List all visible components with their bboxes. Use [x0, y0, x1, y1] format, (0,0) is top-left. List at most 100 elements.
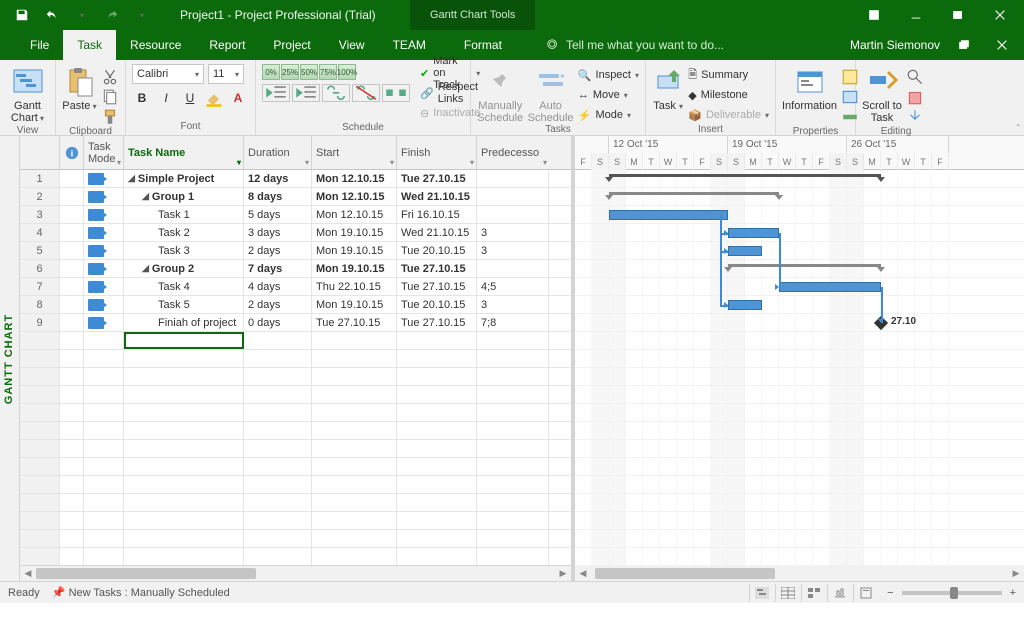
task-insert-button[interactable]: Task ▾	[652, 64, 684, 113]
split-task-icon[interactable]	[382, 84, 410, 102]
font-name-combo[interactable]: Calibri▾	[132, 64, 204, 84]
tab-file[interactable]: File	[16, 30, 63, 60]
maximize-icon[interactable]	[938, 1, 978, 29]
tell-me-search[interactable]: Tell me what you want to do...	[546, 30, 724, 60]
table-row[interactable]: 9Finiah of project0 daysTue 27.10.15Tue …	[20, 314, 571, 332]
gantt-task-bar[interactable]	[609, 210, 728, 220]
gantt-summary-bar[interactable]	[609, 192, 779, 200]
timeline-header[interactable]: 12 Oct '1519 Oct '1526 Oct '15 FSSMTWTFS…	[575, 136, 1024, 170]
zoom-slider[interactable]	[902, 591, 1002, 595]
deliverable-button[interactable]: 📦Deliverable ▾	[688, 106, 769, 124]
table-row[interactable]	[20, 332, 571, 350]
table-row[interactable]: 4Task 23 daysMon 19.10.15Wed 21.10.153	[20, 224, 571, 242]
move-button[interactable]: ↔Move ▾	[578, 86, 639, 104]
copy-icon[interactable]	[101, 88, 119, 106]
col-duration[interactable]: Duration▾	[244, 136, 312, 169]
table-row[interactable]	[20, 548, 571, 565]
col-start[interactable]: Start▾	[312, 136, 397, 169]
bold-button[interactable]: B	[132, 88, 152, 108]
table-row[interactable]	[20, 530, 571, 548]
pct-0[interactable]: 0%	[262, 64, 280, 80]
undo-dropdown-icon[interactable]: ▾	[68, 3, 96, 27]
format-painter-icon[interactable]	[101, 108, 119, 126]
table-row[interactable]	[20, 494, 571, 512]
link-tasks-icon[interactable]	[322, 84, 350, 102]
pct-25[interactable]: 25%	[281, 64, 299, 80]
fill-color-button[interactable]	[204, 88, 224, 108]
table-row[interactable]	[20, 422, 571, 440]
table-row[interactable]	[20, 368, 571, 386]
table-row[interactable]: 8Task 52 daysMon 19.10.15Tue 20.10.153	[20, 296, 571, 314]
view-sidebar-label[interactable]: GANTT CHART	[0, 136, 20, 581]
redo-icon[interactable]	[98, 3, 126, 27]
gantt-hscroll[interactable]: ◀▶	[575, 565, 1024, 581]
mode-button[interactable]: ⚡Mode ▾	[578, 106, 639, 124]
tab-report[interactable]: Report	[195, 30, 259, 60]
information-button[interactable]: Information	[782, 64, 837, 112]
tab-task[interactable]: Task	[63, 30, 116, 60]
zoom-in-icon[interactable]: +	[1010, 587, 1016, 599]
table-row[interactable]: 2◢Group 18 daysMon 12.10.15Wed 21.10.15	[20, 188, 571, 206]
table-row[interactable]: 7Task 44 daysThu 22.10.15Tue 27.10.154;5	[20, 278, 571, 296]
pct-75[interactable]: 75%	[319, 64, 337, 80]
table-row[interactable]	[20, 350, 571, 368]
pct-100[interactable]: 100%	[338, 64, 356, 80]
font-color-button[interactable]: A	[228, 88, 248, 108]
table-row[interactable]	[20, 512, 571, 530]
summary-button[interactable]: 🗎Summary	[688, 66, 769, 84]
table-row[interactable]: 6◢Group 27 daysMon 19.10.15Tue 27.10.15	[20, 260, 571, 278]
milestone-button[interactable]: ◆Milestone	[688, 86, 769, 104]
font-size-combo[interactable]: 11▾	[208, 64, 244, 84]
col-predecessors[interactable]: Predecesso▾	[477, 136, 549, 169]
status-new-tasks[interactable]: 📌 New Tasks : Manually Scheduled	[52, 586, 230, 599]
gantt-task-bar[interactable]	[728, 300, 762, 310]
manually-schedule-button[interactable]: Manually Schedule	[477, 64, 523, 124]
user-name[interactable]: Martin Siemonov	[850, 38, 940, 52]
view-report-icon[interactable]	[853, 584, 877, 602]
italic-button[interactable]: I	[156, 88, 176, 108]
zoom-out-icon[interactable]: −	[887, 587, 893, 599]
col-finish[interactable]: Finish▾	[397, 136, 477, 169]
doc-close-icon[interactable]	[988, 33, 1016, 57]
clear-icon[interactable]	[906, 88, 924, 106]
view-board-icon[interactable]	[801, 584, 825, 602]
outdent-icon[interactable]	[262, 84, 290, 102]
close-icon[interactable]	[980, 1, 1020, 29]
tab-format[interactable]: Format	[450, 30, 516, 60]
gantt-chart-button[interactable]: Gantt Chart ▾	[6, 64, 49, 125]
table-row[interactable]	[20, 404, 571, 422]
find-icon[interactable]	[906, 68, 924, 86]
table-row[interactable]: 3Task 15 daysMon 12.10.15Fri 16.10.15	[20, 206, 571, 224]
table-row[interactable]: 1◢Simple Project12 daysMon 12.10.15Tue 2…	[20, 170, 571, 188]
view-resource-icon[interactable]	[827, 584, 851, 602]
gantt-task-bar[interactable]	[779, 282, 881, 292]
table-row[interactable]	[20, 386, 571, 404]
view-table-icon[interactable]	[775, 584, 799, 602]
col-rownum[interactable]	[20, 136, 60, 169]
ribbon-help-icon[interactable]	[854, 1, 894, 29]
collapse-ribbon-icon[interactable]: ˆ	[1017, 124, 1020, 135]
pct-50[interactable]: 50%	[300, 64, 318, 80]
inspect-button[interactable]: 🔍Inspect ▾	[578, 66, 639, 84]
gantt-task-bar[interactable]	[728, 246, 762, 256]
qat-customize-icon[interactable]: ▾	[128, 3, 156, 27]
tab-resource[interactable]: Resource	[116, 30, 195, 60]
tab-project[interactable]: Project	[259, 30, 324, 60]
view-gantt-icon[interactable]	[749, 584, 773, 602]
col-info[interactable]: i	[60, 136, 84, 169]
restore-window-icon[interactable]	[950, 33, 978, 57]
table-hscroll[interactable]: ◀▶	[20, 565, 571, 581]
indent-icon[interactable]	[292, 84, 320, 102]
fill-icon[interactable]	[906, 108, 924, 126]
tab-team[interactable]: TEAM	[379, 30, 440, 60]
table-row[interactable]: 5Task 32 daysMon 19.10.15Tue 20.10.153	[20, 242, 571, 260]
col-task-name[interactable]: Task Name▾	[124, 136, 244, 169]
minimize-icon[interactable]	[896, 1, 936, 29]
auto-schedule-button[interactable]: Auto Schedule	[527, 64, 573, 124]
gantt-summary-bar[interactable]	[609, 174, 881, 182]
table-row[interactable]	[20, 476, 571, 494]
undo-icon[interactable]	[38, 3, 66, 27]
tab-view[interactable]: View	[325, 30, 379, 60]
save-icon[interactable]	[8, 3, 36, 27]
underline-button[interactable]: U	[180, 88, 200, 108]
